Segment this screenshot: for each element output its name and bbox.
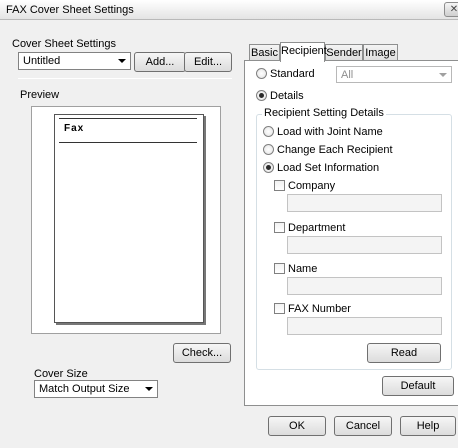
- standard-select-value: All: [341, 69, 354, 81]
- ok-button[interactable]: OK: [268, 416, 326, 436]
- tab-basic[interactable]: Basic: [249, 44, 280, 61]
- fax-number-checkbox[interactable]: [274, 303, 285, 314]
- cover-size-select[interactable]: Match Output Size: [34, 380, 158, 398]
- standard-radio[interactable]: [256, 68, 267, 79]
- separator: [18, 78, 232, 79]
- cover-sheet-settings-label: Cover Sheet Settings: [12, 38, 116, 50]
- cover-sheet-select[interactable]: Untitled: [18, 52, 131, 70]
- cover-size-label: Cover Size: [34, 368, 88, 380]
- department-field[interactable]: [287, 236, 442, 254]
- chevron-down-icon: [118, 59, 126, 63]
- fax-number-label: FAX Number: [288, 303, 351, 315]
- close-icon: ✕: [449, 4, 458, 15]
- preview-paper-title: Fax: [64, 123, 85, 134]
- details-label: Details: [270, 90, 304, 102]
- paper-title-rule: [59, 142, 197, 143]
- name-checkbox[interactable]: [274, 263, 285, 274]
- edit-button[interactable]: Edit...: [184, 52, 232, 72]
- company-label: Company: [288, 180, 336, 192]
- cancel-button[interactable]: Cancel: [334, 416, 392, 436]
- tab-recipient[interactable]: Recipient: [280, 42, 327, 62]
- add-button[interactable]: Add...: [134, 52, 186, 72]
- load-set-information-radio[interactable]: [263, 162, 274, 173]
- group-title: Recipient Setting Details: [262, 107, 386, 119]
- window-title: FAX Cover Sheet Settings: [6, 4, 134, 16]
- read-button[interactable]: Read: [367, 343, 441, 363]
- help-button[interactable]: Help: [400, 416, 456, 436]
- preview-label: Preview: [20, 89, 60, 101]
- cover-size-select-value: Match Output Size: [39, 383, 130, 395]
- check-button[interactable]: Check...: [173, 343, 231, 363]
- department-checkbox[interactable]: [274, 222, 285, 233]
- title-bar: FAX Cover Sheet Settings ✕: [0, 0, 458, 20]
- tab-image[interactable]: Image: [363, 44, 398, 61]
- cover-sheet-select-value: Untitled: [23, 55, 61, 67]
- standard-select[interactable]: All: [336, 66, 452, 83]
- name-label: Name: [288, 263, 318, 275]
- chevron-down-icon: [439, 73, 447, 77]
- paper-top-rule: [59, 118, 197, 119]
- load-joint-name-radio[interactable]: [263, 126, 274, 137]
- default-button[interactable]: Default: [382, 376, 454, 396]
- chevron-down-icon: [145, 387, 153, 391]
- preview-paper: Fax: [54, 114, 204, 323]
- fax-number-field[interactable]: [287, 317, 442, 335]
- department-label: Department: [288, 222, 346, 234]
- tab-sender[interactable]: Sender: [325, 44, 363, 61]
- load-joint-name-label: Load with Joint Name: [277, 126, 383, 138]
- close-button[interactable]: ✕: [444, 2, 458, 17]
- change-each-recipient-radio[interactable]: [263, 144, 274, 155]
- details-radio[interactable]: [256, 90, 267, 101]
- name-field[interactable]: [287, 277, 442, 295]
- company-field[interactable]: [287, 194, 442, 212]
- standard-label: Standard: [270, 68, 315, 80]
- company-checkbox[interactable]: [274, 180, 285, 191]
- load-set-information-label: Load Set Information: [277, 162, 380, 174]
- change-each-recipient-label: Change Each Recipient: [277, 144, 393, 156]
